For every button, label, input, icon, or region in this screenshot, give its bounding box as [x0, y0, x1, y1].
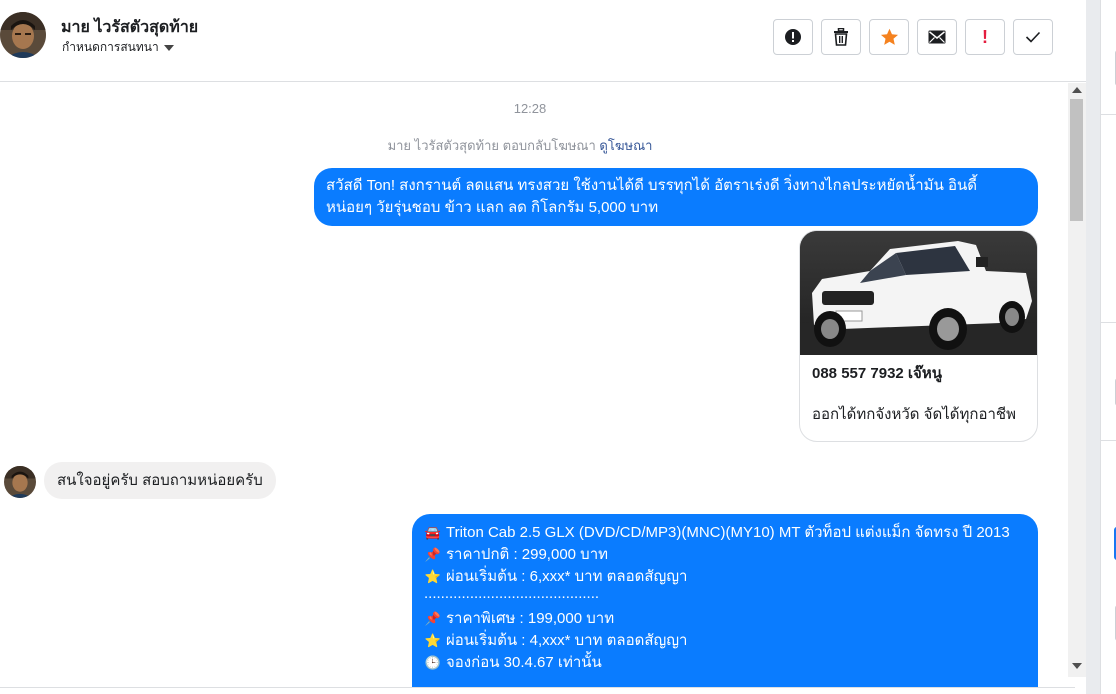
- scroll-up-arrow-icon[interactable]: [1072, 87, 1082, 93]
- ad-image[interactable]: [800, 231, 1037, 355]
- offer-line-special-price: 📌 ราคาพิเศษ : 199,000 บาท: [424, 608, 1026, 630]
- message-composer[interactable]: [0, 687, 1075, 694]
- clock-icon: 🕒: [424, 655, 442, 670]
- side-panel-divider: [1101, 440, 1116, 441]
- conversation-toolbar: !: [773, 19, 1053, 55]
- offer-line-deadline: 🕒 จองก่อน 30.4.67 เท่านั้น: [424, 652, 1026, 674]
- ad-reply-notice: มาย ไวรัสตัวสุดท้าย ตอบกลับโฆษณา ดูโฆษณา: [0, 135, 1040, 156]
- incoming-message[interactable]: สนใจอยู่ครับ สอบถามหน่อยครับ: [44, 462, 276, 499]
- offer-line-normal-installment: ⭐ ผ่อนเริ่มต้น : 6,xxx* บาท ตลอดสัญญา: [424, 566, 1026, 588]
- messenger-inbox: มาย ไวรัสตัวสุดท้าย กำหนดการสนทนา ! 12:2…: [0, 0, 1116, 694]
- panel-divider: [1086, 0, 1100, 694]
- alert-circle-icon: [785, 29, 801, 45]
- ad-description: ออกได้ทกจังหวัด จัดได้ทุกอาชีพ: [812, 406, 1016, 423]
- ad-card[interactable]: 088 557 7932 เจ๊หนู ออกได้ทกจังหวัด จัดไ…: [799, 230, 1038, 442]
- thread-scrollbar[interactable]: [1068, 83, 1086, 677]
- caret-down-icon: [163, 44, 174, 51]
- mark-unread-button[interactable]: [917, 19, 957, 55]
- conversation-header: มาย ไวรัสตัวสุดท้าย กำหนดการสนทนา !: [0, 0, 1086, 82]
- star-button[interactable]: [869, 19, 909, 55]
- message-timestamp: 12:28: [513, 101, 547, 116]
- details-side-panel: [1100, 0, 1116, 694]
- side-panel-divider: [1101, 322, 1116, 323]
- view-ad-link[interactable]: ดูโฆษณา: [599, 138, 652, 153]
- conversation-settings-label: กำหนดการสนทนา: [62, 40, 159, 54]
- pushpin-icon: 📌: [424, 547, 442, 562]
- mark-important-button[interactable]: !: [965, 19, 1005, 55]
- star-icon: ⭐: [424, 569, 442, 584]
- report-spam-button[interactable]: [773, 19, 813, 55]
- mark-done-button[interactable]: [1013, 19, 1053, 55]
- check-icon: [1025, 31, 1041, 43]
- side-panel-divider: [1101, 114, 1116, 115]
- conversation-settings-dropdown[interactable]: กำหนดการสนทนา: [62, 38, 174, 57]
- contact-name[interactable]: มาย ไวรัสตัวสุดท้าย: [61, 15, 198, 40]
- ad-title: 088 557 7932 เจ๊หนู: [812, 365, 942, 382]
- sender-avatar[interactable]: [4, 466, 36, 498]
- contact-avatar[interactable]: [0, 12, 46, 58]
- offer-separator: ........................................…: [424, 588, 599, 602]
- star-icon: ⭐: [424, 633, 442, 648]
- scrollbar-thumb[interactable]: [1070, 99, 1083, 221]
- exclamation-icon: !: [982, 27, 988, 47]
- offer-line-model: 🚘 Triton Cab 2.5 GLX (DVD/CD/MP3)(MNC)(MY…: [424, 522, 1026, 544]
- envelope-icon: [928, 30, 946, 44]
- delete-button[interactable]: [821, 19, 861, 55]
- car-icon: 🚘: [424, 525, 442, 540]
- pushpin-icon: 📌: [424, 611, 442, 626]
- star-icon: [880, 28, 898, 45]
- offer-line-special-installment: ⭐ ผ่อนเริ่มต้น : 4,xxx* บาท ตลอดสัญญา: [424, 630, 1026, 652]
- outgoing-message-offer[interactable]: 🚘 Triton Cab 2.5 GLX (DVD/CD/MP3)(MNC)(MY…: [412, 514, 1038, 687]
- scroll-down-arrow-icon[interactable]: [1072, 663, 1082, 669]
- outgoing-message[interactable]: สวัสดี Ton! สงกรานต์ ลดแสน ทรงสวย ใช้งาน…: [314, 168, 1038, 226]
- ad-reply-text: มาย ไวรัสตัวสุดท้าย ตอบกลับโฆษณา: [387, 138, 596, 153]
- offer-line-normal-price: 📌 ราคาปกติ : 299,000 บาท: [424, 544, 1026, 566]
- trash-icon: [834, 28, 848, 46]
- message-thread[interactable]: 12:28 มาย ไวรัสตัวสุดท้าย ตอบกลับโฆษณา ด…: [0, 83, 1068, 687]
